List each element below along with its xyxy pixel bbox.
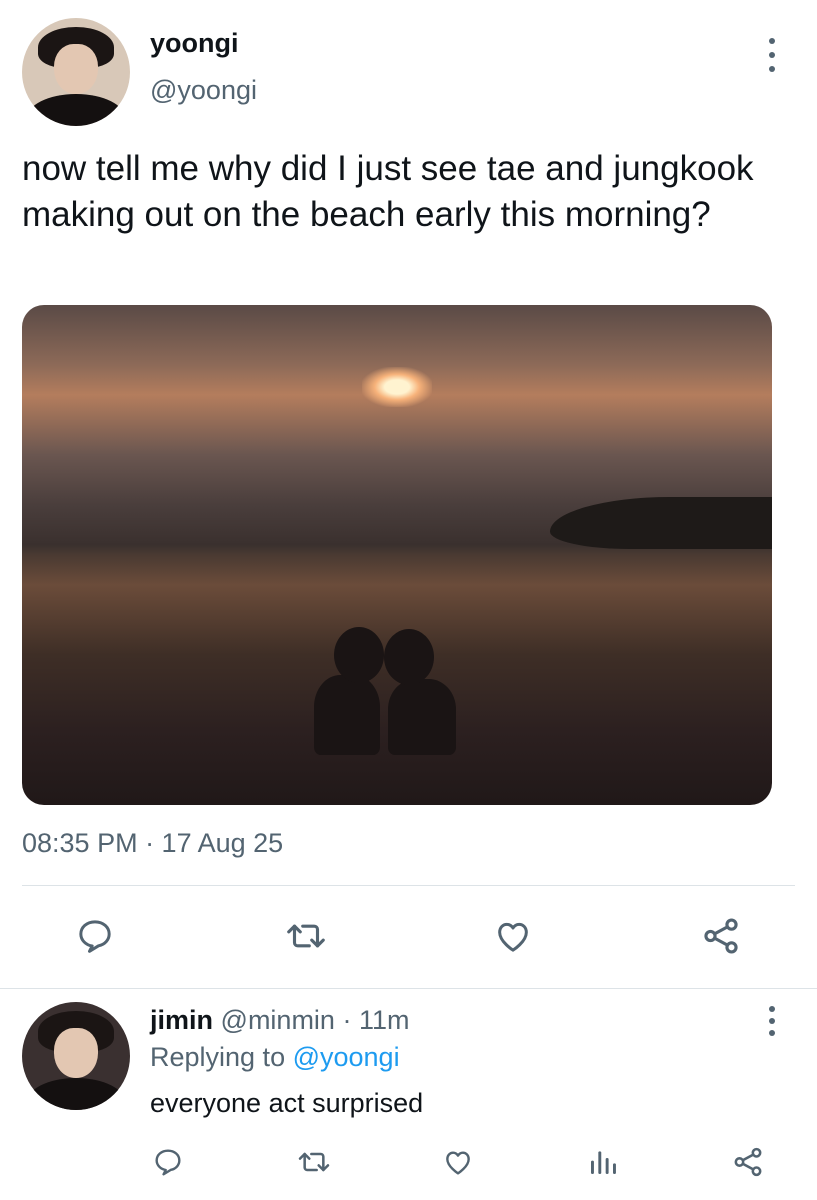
replying-to: Replying to @yoongi bbox=[150, 1042, 400, 1073]
photo-silhouette bbox=[388, 679, 456, 755]
photo-sun bbox=[362, 367, 432, 407]
divider bbox=[22, 885, 795, 886]
more-options-icon[interactable] bbox=[762, 38, 782, 72]
tweet-timestamp[interactable]: 08:35 PM · 17 Aug 25 bbox=[22, 828, 283, 859]
reply-share-icon[interactable] bbox=[730, 1144, 766, 1180]
like-icon[interactable] bbox=[490, 914, 536, 958]
author-avatar[interactable] bbox=[22, 18, 130, 126]
analytics-icon[interactable] bbox=[585, 1144, 621, 1180]
reply-header: jimin @minmin · 11m bbox=[150, 1005, 409, 1036]
reply-retweet-icon[interactable] bbox=[294, 1144, 334, 1180]
reply-icon[interactable] bbox=[72, 914, 118, 958]
photo-silhouette bbox=[314, 675, 380, 755]
author-display-name[interactable]: yoongi bbox=[150, 28, 239, 59]
reply-author-avatar[interactable] bbox=[22, 1002, 130, 1110]
divider bbox=[0, 988, 817, 989]
reply-handle[interactable]: @minmin bbox=[221, 1005, 335, 1035]
tweet-text: now tell me why did I just see tae and j… bbox=[22, 149, 754, 234]
avatar-body bbox=[27, 93, 125, 126]
avatar-face bbox=[54, 43, 98, 94]
avatar-face bbox=[54, 1027, 98, 1078]
reply-reply-icon[interactable] bbox=[150, 1144, 186, 1180]
retweet-icon[interactable] bbox=[281, 914, 331, 958]
reply-like-icon[interactable] bbox=[440, 1144, 476, 1180]
reply-more-options-icon[interactable] bbox=[762, 1006, 782, 1036]
reply-age: · 11m bbox=[342, 1005, 410, 1035]
replying-prefix: Replying to bbox=[150, 1042, 293, 1072]
photo-island bbox=[550, 497, 772, 549]
replying-to-mention[interactable]: @yoongi bbox=[293, 1042, 400, 1072]
photo-silhouette bbox=[334, 627, 384, 683]
share-icon[interactable] bbox=[698, 914, 744, 958]
avatar-body bbox=[27, 1077, 125, 1110]
reply-display-name[interactable]: jimin bbox=[150, 1005, 213, 1035]
photo-silhouette bbox=[384, 629, 434, 685]
author-handle[interactable]: @yoongi bbox=[150, 75, 257, 106]
reply-text: everyone act surprised bbox=[150, 1088, 424, 1118]
tweet-photo[interactable] bbox=[22, 305, 772, 805]
